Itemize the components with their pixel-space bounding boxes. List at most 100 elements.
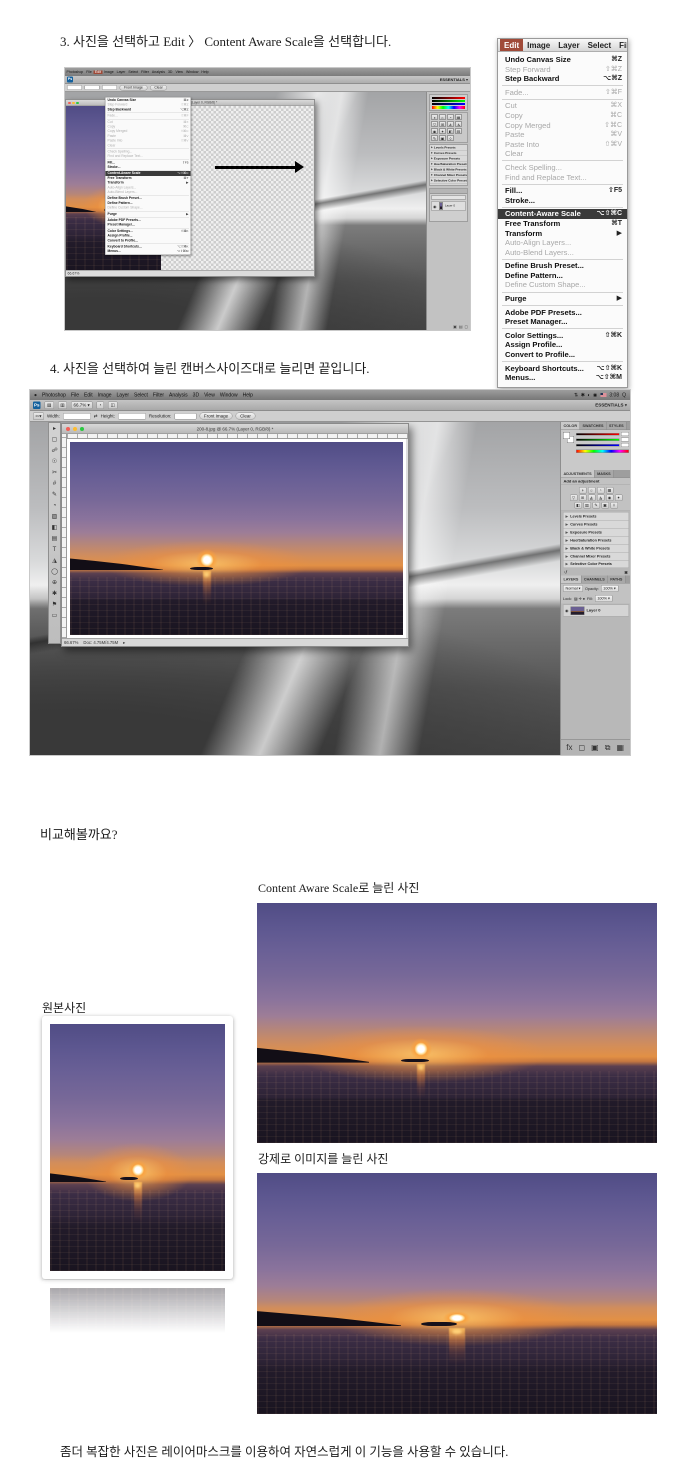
- menubar-item-analysis[interactable]: Analysis: [169, 392, 188, 398]
- expand-icon[interactable]: ▣: [624, 570, 628, 575]
- folder-icon[interactable]: ▤: [459, 324, 463, 329]
- menu-item-convert-to-profile[interactable]: Convert to Profile...: [106, 238, 191, 243]
- menubar-item-filter[interactable]: Filter: [153, 392, 164, 398]
- green-slider[interactable]: [576, 438, 620, 441]
- tool-icon[interactable]: ☍: [49, 446, 60, 457]
- menubar-item-layer[interactable]: Layer: [117, 392, 130, 398]
- adjustment-icon[interactable]: ☼: [588, 487, 596, 494]
- menu-item-free-transform[interactable]: Free Transform⌘T: [498, 219, 627, 229]
- document-title-bar[interactable]: 200-8.jpg @ 66.7% (Layer 0, RGB/8) *: [62, 424, 408, 434]
- menubar-item-edit[interactable]: Edit: [500, 39, 523, 52]
- adjustment-icon[interactable]: ☼: [439, 114, 446, 120]
- color-spectrum-bar[interactable]: [432, 106, 465, 109]
- option-field[interactable]: [102, 85, 117, 90]
- apple-icon[interactable]: ●: [34, 392, 37, 398]
- eye-icon[interactable]: ◉: [432, 204, 437, 209]
- blue-slider[interactable]: [576, 444, 620, 447]
- menubar-item-photoshop[interactable]: Photoshop: [42, 392, 66, 398]
- adjustment-icon[interactable]: ◉: [606, 495, 614, 502]
- panel-tab-swatches[interactable]: SWATCHES: [580, 422, 606, 430]
- adjustment-icon[interactable]: ◉: [431, 128, 438, 134]
- menu-item-assign-profile[interactable]: Assign Profile...: [498, 340, 627, 350]
- blend-mode-select[interactable]: Normal ▾: [563, 585, 583, 592]
- tool-icon[interactable]: ◯: [49, 567, 60, 578]
- menu-item-step-backward[interactable]: Step Backward⌥⌘Z: [498, 74, 627, 84]
- adjustment-icon[interactable]: ◧: [574, 502, 582, 509]
- zoom-window-icon[interactable]: [80, 427, 84, 431]
- eye-icon[interactable]: ◉: [565, 608, 568, 613]
- preset-row-curves-presets[interactable]: ▶Curves Presets: [563, 520, 629, 528]
- menu-item-step-backward[interactable]: Step Backward⌥⌘Z: [106, 107, 191, 112]
- status-icon[interactable]: ✱: [581, 392, 585, 398]
- hand-tool-icon[interactable]: ◔: [96, 401, 104, 409]
- panel-tab-color[interactable]: COLOR: [561, 422, 580, 430]
- menubar-item-window[interactable]: Window: [220, 392, 238, 398]
- adjustment-icon[interactable]: ▣: [439, 135, 446, 141]
- adjustment-icon[interactable]: ◧: [447, 128, 454, 134]
- tool-icon[interactable]: ✱: [49, 589, 60, 600]
- menubar-item-edit[interactable]: Edit: [84, 392, 93, 398]
- clear-button[interactable]: Clear: [150, 85, 167, 91]
- menubar-item-help[interactable]: Help: [243, 392, 253, 398]
- menubar-item-image[interactable]: Image: [523, 39, 554, 52]
- adjustment-icon[interactable]: ◔: [597, 487, 605, 494]
- menu-item-transform[interactable]: Transform▶: [498, 229, 627, 239]
- menubar-item-file[interactable]: File: [85, 70, 94, 74]
- screen-mode-icon[interactable]: ◫: [108, 401, 117, 409]
- tool-icon[interactable]: ◔: [49, 501, 60, 512]
- menubar-item-select[interactable]: Select: [134, 392, 148, 398]
- panel-tab-channels[interactable]: CHANNELS: [581, 576, 607, 584]
- menu-item-convert-to-profile[interactable]: Convert to Profile...: [498, 350, 627, 360]
- view-extras-icon[interactable]: ▥: [58, 401, 67, 409]
- opacity-value[interactable]: 100% ▾: [601, 585, 619, 592]
- menubar-item-help[interactable]: Help: [200, 70, 210, 74]
- swap-dimensions-icon[interactable]: ⇄: [94, 413, 98, 419]
- adjustment-icon[interactable]: ▽: [431, 121, 438, 127]
- new-layer-icon[interactable]: ▣: [453, 324, 457, 329]
- tool-icon[interactable]: ☉: [49, 457, 60, 468]
- adjustment-icon[interactable]: ◮: [455, 121, 462, 127]
- bridge-icon[interactable]: ▤: [45, 401, 54, 409]
- tool-icon[interactable]: ▤: [49, 534, 60, 545]
- menu-item-purge[interactable]: Purge▶: [498, 294, 627, 304]
- adjustment-icon[interactable]: ✎: [431, 135, 438, 141]
- lock-icons[interactable]: ▨ ✛ ●: [574, 596, 585, 601]
- menubar-item-edit[interactable]: Edit: [93, 70, 102, 74]
- preset-row-selective-color-presets[interactable]: ▶Selective Color Presets: [430, 178, 467, 184]
- adjustment-icon[interactable]: ◊: [610, 502, 618, 509]
- zoom-level-control[interactable]: 66.7% ▾: [71, 401, 92, 409]
- menubar-item-select[interactable]: Select: [584, 39, 616, 52]
- red-slider[interactable]: [432, 97, 465, 99]
- status-icon[interactable]: ⇅: [574, 392, 578, 398]
- close-icon[interactable]: [66, 427, 70, 431]
- foreground-background-swatches[interactable]: [563, 432, 574, 443]
- adjustment-icon[interactable]: ◑: [431, 114, 438, 120]
- menu-item-keyboard-shortcuts[interactable]: Keyboard Shortcuts...⌥⇧⌘K: [498, 364, 627, 374]
- red-slider[interactable]: [576, 433, 620, 436]
- workspace-switcher[interactable]: ESSENTIALS ▾: [440, 77, 468, 82]
- menu-item-preset-manager[interactable]: Preset Manager...: [106, 223, 191, 228]
- adjustment-icon[interactable]: ▨: [455, 128, 462, 134]
- width-input[interactable]: [63, 413, 91, 420]
- menu-item-stroke[interactable]: Stroke...: [106, 165, 191, 170]
- menubar-item-view[interactable]: View: [174, 70, 185, 74]
- document-window[interactable]: 200-8.jpg @ 66.7% (Layer 0, RGB/8) *: [61, 423, 409, 647]
- preset-row-selective-color-presets[interactable]: ▶Selective Color Presets: [563, 560, 629, 568]
- menubar-item-photoshop[interactable]: Photoshop: [65, 70, 85, 74]
- workspace-switcher[interactable]: ESSENTIALS ▾: [595, 402, 627, 408]
- menubar-item-file[interactable]: File: [71, 392, 79, 398]
- adjustment-icon[interactable]: ◊: [447, 135, 454, 141]
- front-image-button[interactable]: Front Image: [199, 413, 232, 420]
- menu-item-menus[interactable]: Menus...⌥⇧⌘M: [106, 249, 191, 254]
- menu-item-stroke[interactable]: Stroke...: [498, 196, 627, 206]
- tool-icon[interactable]: ▨: [49, 512, 60, 523]
- tool-icon[interactable]: ✎: [49, 490, 60, 501]
- tool-icon[interactable]: ⚑: [49, 600, 60, 611]
- menubar-item-image[interactable]: Image: [102, 70, 115, 74]
- preset-row-channel-mixer-presets[interactable]: ▶Channel Mixer Presets: [563, 552, 629, 560]
- clock[interactable]: 3:08: [609, 392, 619, 398]
- preset-row-exposure-presets[interactable]: ▶Exposure Presets: [563, 528, 629, 536]
- panel-bottom-icon[interactable]: ◻: [579, 743, 586, 752]
- adjustment-icon[interactable]: ▦: [606, 487, 614, 494]
- menubar-item-layer[interactable]: Layer: [115, 70, 127, 74]
